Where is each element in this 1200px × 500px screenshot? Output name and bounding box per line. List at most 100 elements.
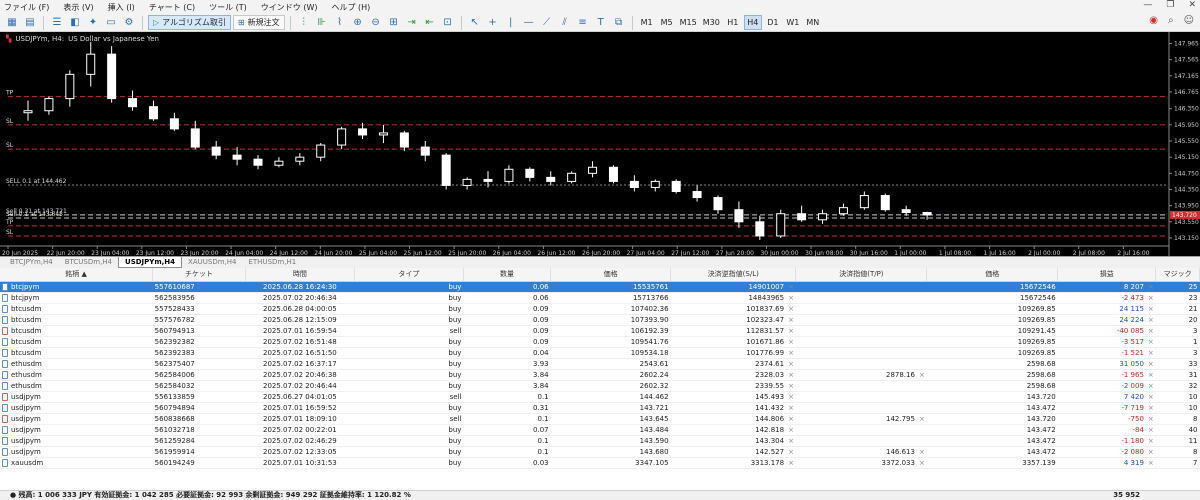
restore-icon[interactable]: ❐ bbox=[1166, 0, 1174, 10]
column-header-4[interactable]: 数量 bbox=[463, 268, 552, 282]
close-position-icon[interactable]: × bbox=[1148, 415, 1154, 423]
line-chart-icon[interactable]: ⌇ bbox=[332, 15, 348, 30]
menu-item-3[interactable]: チャート (C) bbox=[149, 2, 195, 13]
candlestick-icon[interactable]: ⊪ bbox=[314, 15, 330, 30]
timeframe-d1[interactable]: D1 bbox=[764, 15, 782, 30]
column-header-3[interactable]: タイプ bbox=[354, 268, 464, 282]
table-row[interactable]: ethusdm 562584032 2025.07.02 20:46:44 buy 3.… bbox=[0, 380, 1200, 392]
remove-level-icon[interactable]: × bbox=[788, 382, 794, 390]
remove-level-icon[interactable]: × bbox=[788, 371, 794, 379]
column-header-7[interactable]: 決済指値(T/P) bbox=[795, 268, 928, 282]
remove-level-icon[interactable]: × bbox=[788, 283, 794, 291]
table-row[interactable]: btcjpym 557610687 2025.06.28 16:24:30 buy 0.… bbox=[0, 281, 1200, 293]
menu-item-1[interactable]: 表示 (V) bbox=[63, 2, 93, 13]
timeframe-m15[interactable]: M15 bbox=[678, 15, 699, 30]
table-row[interactable]: btcusdm 562392382 2025.07.02 16:51:48 buy 0.… bbox=[0, 336, 1200, 348]
table-row[interactable]: usdjpym 560794894 2025.07.01 16:59:52 buy 0.… bbox=[0, 402, 1200, 414]
remove-level-icon[interactable]: × bbox=[788, 448, 794, 456]
column-header-9[interactable]: 損益 bbox=[1057, 268, 1157, 282]
table-row[interactable]: btcusdm 557576782 2025.06.28 12:15:09 buy 0.… bbox=[0, 314, 1200, 326]
price-chart[interactable]: TP SL SL SELL 0.1 at 144.462 Sell 0.31 at 14… bbox=[0, 32, 1200, 256]
close-position-icon[interactable]: × bbox=[1148, 349, 1154, 357]
menu-item-2[interactable]: 挿入 (I) bbox=[108, 2, 135, 13]
remove-level-icon[interactable]: × bbox=[788, 338, 794, 346]
indicators-icon[interactable]: ⊡ bbox=[440, 15, 456, 30]
chart-tab-4[interactable]: ETHUSDm,H1 bbox=[242, 257, 302, 268]
menu-item-5[interactable]: ウインドウ (W) bbox=[261, 2, 318, 13]
column-header-1[interactable]: チケット bbox=[152, 268, 246, 282]
table-row[interactable]: usdjpym 560838668 2025.07.01 18:09:10 sell 0… bbox=[0, 413, 1200, 425]
horizontal-line-icon[interactable]: — bbox=[521, 15, 537, 30]
remove-level-icon[interactable]: × bbox=[788, 305, 794, 313]
chart-tab-2[interactable]: USDJPYm,H4 bbox=[118, 257, 183, 268]
chart-tab-0[interactable]: BTCJPYm,H4 bbox=[4, 257, 59, 268]
tester-icon[interactable]: ⚙ bbox=[121, 15, 137, 30]
new-order-button[interactable]: ⊞ 新規注文 bbox=[232, 15, 285, 30]
close-position-icon[interactable]: × bbox=[1148, 404, 1154, 412]
column-header-0[interactable]: 銘柄 ▲ bbox=[0, 268, 154, 282]
cursor-icon[interactable]: ↖ bbox=[467, 15, 483, 30]
table-row[interactable]: usdjpym 561032718 2025.07.02 00:22:01 buy 0.… bbox=[0, 424, 1200, 436]
column-header-10[interactable]: マジック bbox=[1155, 268, 1200, 282]
remove-level-icon[interactable]: × bbox=[919, 448, 925, 456]
grid-icon[interactable]: ⊞ bbox=[386, 15, 402, 30]
table-row[interactable]: btcusdm 562392383 2025.07.02 16:51:50 buy 0.… bbox=[0, 347, 1200, 359]
terminal-icon[interactable]: ▭ bbox=[103, 15, 119, 30]
data-window-icon[interactable]: ◧ bbox=[67, 15, 83, 30]
chart-tab-1[interactable]: BTCUSDm,H4 bbox=[59, 257, 118, 268]
alert-icon[interactable]: ◉ bbox=[1149, 15, 1158, 26]
timeframe-mn[interactable]: MN bbox=[804, 15, 822, 30]
trendline-icon[interactable]: ⟋ bbox=[539, 15, 555, 30]
remove-level-icon[interactable]: × bbox=[788, 415, 794, 423]
timeframe-w1[interactable]: W1 bbox=[784, 15, 802, 30]
shapes-icon[interactable]: ⧉ bbox=[611, 15, 627, 30]
table-row[interactable]: btcjpym 562583956 2025.07.02 20:46:34 buy 0.… bbox=[0, 292, 1200, 304]
table-row[interactable]: btcusdm 560794913 2025.07.01 16:59:54 sell 0… bbox=[0, 325, 1200, 337]
remove-level-icon[interactable]: × bbox=[788, 349, 794, 357]
close-position-icon[interactable]: × bbox=[1148, 316, 1154, 324]
column-header-5[interactable]: 価格 bbox=[550, 268, 672, 282]
close-position-icon[interactable]: × bbox=[1148, 327, 1154, 335]
close-position-icon[interactable]: × bbox=[1148, 382, 1154, 390]
crosshair-icon[interactable]: + bbox=[485, 15, 501, 30]
table-row[interactable]: btcusdm 557528433 2025.06.28 04:00:05 buy 0.… bbox=[0, 303, 1200, 315]
close-position-icon[interactable]: × bbox=[1148, 426, 1154, 434]
search-icon[interactable]: ⌕ bbox=[1168, 15, 1174, 26]
table-row[interactable]: usdjpym 561259284 2025.07.02 02:46:29 buy 0.… bbox=[0, 435, 1200, 447]
remove-level-icon[interactable]: × bbox=[788, 294, 794, 302]
table-row[interactable]: usdjpym 556133859 2025.06.27 04:01:05 sell 0… bbox=[0, 391, 1200, 403]
navigator-icon[interactable]: ✦ bbox=[85, 15, 101, 30]
timeframe-m1[interactable]: M1 bbox=[638, 15, 656, 30]
channel-icon[interactable]: ⫽ bbox=[557, 15, 573, 30]
remove-level-icon[interactable]: × bbox=[788, 393, 794, 401]
table-row[interactable]: ethusdm 562584006 2025.07.02 20:46:38 buy 3.… bbox=[0, 369, 1200, 381]
timeframe-m5[interactable]: M5 bbox=[658, 15, 676, 30]
timeframe-h1[interactable]: H1 bbox=[724, 15, 742, 30]
menu-item-0[interactable]: ファイル (F) bbox=[4, 2, 49, 13]
close-position-icon[interactable]: × bbox=[1148, 393, 1154, 401]
column-header-8[interactable]: 価格 bbox=[926, 268, 1059, 282]
close-position-icon[interactable]: × bbox=[1148, 459, 1154, 467]
table-row[interactable]: ethusdm 562375407 2025.07.02 16:37:17 buy 3.… bbox=[0, 358, 1200, 370]
bar-chart-icon[interactable]: ⫶ bbox=[296, 15, 312, 30]
algo-trading-button[interactable]: ▷ アルゴリズム取引 bbox=[148, 15, 231, 30]
remove-level-icon[interactable]: × bbox=[788, 459, 794, 467]
zoom-out-icon[interactable]: ⊖ bbox=[368, 15, 384, 30]
close-position-icon[interactable]: × bbox=[1148, 437, 1154, 445]
timeframe-h4[interactable]: H4 bbox=[743, 15, 762, 30]
text-icon[interactable]: T bbox=[593, 15, 609, 30]
market-watch-icon[interactable]: ☰ bbox=[49, 15, 65, 30]
remove-level-icon[interactable]: × bbox=[788, 316, 794, 324]
vertical-line-icon[interactable]: | bbox=[503, 15, 519, 30]
remove-level-icon[interactable]: × bbox=[788, 426, 794, 434]
column-header-6[interactable]: 決済逆指値(S/L) bbox=[670, 268, 797, 282]
user-icon[interactable]: ☺ bbox=[1184, 15, 1194, 26]
close-position-icon[interactable]: × bbox=[1148, 448, 1154, 456]
table-row[interactable]: xauusdm 560194249 2025.07.01 10:31:53 buy 0.… bbox=[0, 457, 1200, 469]
menu-item-4[interactable]: ツール (T) bbox=[209, 2, 247, 13]
close-position-icon[interactable]: × bbox=[1148, 305, 1154, 313]
timeframe-m30[interactable]: M30 bbox=[701, 15, 722, 30]
menu-item-6[interactable]: ヘルプ (H) bbox=[331, 2, 370, 13]
profiles-icon[interactable]: ▤ bbox=[22, 15, 38, 30]
chart-tab-3[interactable]: XAUUSDm,H4 bbox=[182, 257, 242, 268]
